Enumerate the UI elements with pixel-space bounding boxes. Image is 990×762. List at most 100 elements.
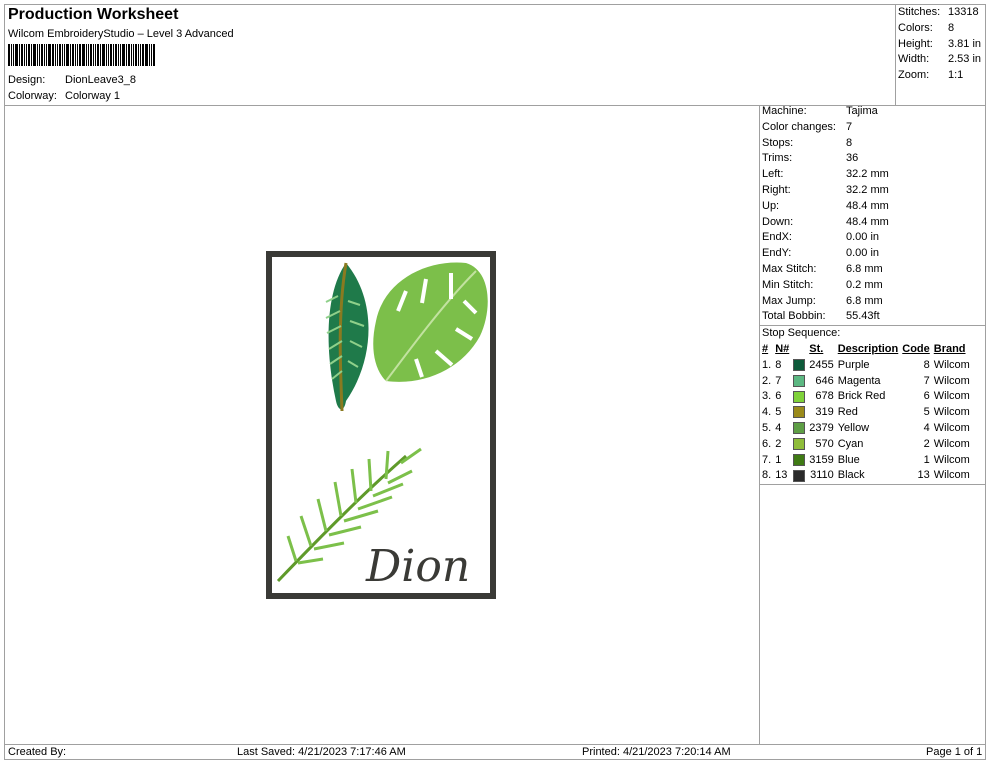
detail-value: 32.2 mm (846, 168, 889, 181)
detail-key: EndX: (762, 231, 792, 244)
row-code: 7 (923, 374, 930, 387)
row-description: Blue (837, 453, 860, 466)
barcode-bar (77, 44, 78, 66)
barcode-bar (149, 44, 150, 66)
table-row: 6. 2 570 Cyan 2 Wilcom (760, 436, 972, 452)
detail-row: Max Jump: 6.8 mm (762, 294, 982, 310)
col-header-needle: N# (775, 343, 790, 355)
row-description: Black (837, 469, 865, 482)
barcode-bar (128, 44, 130, 66)
barcode-bar (138, 44, 139, 66)
barcode-bar (57, 44, 58, 66)
row-needle: 8 (775, 358, 782, 371)
summary-row: Height: 3.81 in (898, 37, 986, 53)
detail-value: 48.4 mm (846, 199, 889, 212)
col-header-stitches: St. (809, 343, 824, 355)
last-saved: Last Saved: 4/21/2023 7:17:46 AM (237, 746, 406, 758)
row-needle: 7 (775, 374, 782, 387)
detail-value: 0.00 in (846, 247, 880, 260)
detail-row: Right: 32.2 mm (762, 183, 982, 199)
design-preview: Dion (266, 251, 496, 599)
summary-value: 8 (948, 21, 955, 34)
table-row: 4. 5 319 Red 5 Wilcom (760, 404, 972, 420)
design-label: Design: (8, 74, 46, 86)
detail-value: 0.2 mm (846, 278, 883, 291)
detail-row: Machine: Tajima (762, 104, 982, 120)
row-brand: Wilcom (933, 358, 970, 371)
barcode (8, 44, 184, 66)
table-row: 7. 1 3159 Blue 1 Wilcom (760, 452, 972, 468)
detail-value: 36 (846, 152, 859, 165)
detail-row: Color changes: 7 (762, 120, 982, 136)
barcode-bar (13, 44, 14, 66)
row-brand: Wilcom (933, 437, 970, 450)
detail-row: Up: 48.4 mm (762, 199, 982, 215)
barcode-bar (52, 44, 54, 66)
row-description: Cyan (837, 437, 864, 450)
created-by: Created By: (8, 746, 67, 758)
barcode-bar (93, 44, 94, 66)
row-swatch (791, 420, 807, 436)
row-brand: Wilcom (933, 390, 970, 403)
row-stitches: 2379 (809, 422, 834, 435)
row-needle: 1 (775, 453, 782, 466)
row-needle: 13 (775, 469, 788, 482)
barcode-bar (133, 44, 134, 66)
row-stitches: 3110 (810, 469, 834, 482)
summary-value: 1:1 (948, 69, 964, 82)
embroidery-design: Dion (266, 251, 496, 599)
barcode-bar (140, 44, 141, 66)
barcode-bar (24, 44, 25, 66)
row-code: 13 (917, 469, 930, 482)
row-index: 3. (762, 390, 772, 403)
table-row: 3. 6 678 Brick Red 6 Wilcom (760, 389, 972, 405)
stop-sequence-table-wrap: # N# St. Description Code Brand 1. 8 2455 P… (760, 341, 986, 483)
col-header-swatch (791, 341, 807, 357)
row-index: 7. (762, 453, 772, 466)
detail-row: EndX: 0.00 in (762, 230, 982, 246)
row-index: 6. (762, 437, 772, 450)
table-divider (759, 484, 986, 485)
row-description: Magenta (837, 374, 881, 387)
row-swatch (791, 373, 807, 389)
barcode-bar (59, 44, 61, 66)
detail-key: Color changes: (762, 120, 836, 133)
detail-value: 6.8 mm (846, 262, 883, 275)
detail-value: 8 (846, 136, 853, 149)
summary-row: Zoom: 1:1 (898, 68, 986, 84)
summary-key: Height: (898, 37, 933, 50)
summary-key: Stitches: (898, 6, 941, 18)
barcode-bar (75, 44, 76, 66)
row-needle: 5 (775, 406, 782, 419)
summary-row: Width: 2.53 in (898, 52, 986, 68)
colorway-label: Colorway: (8, 90, 57, 102)
summary-list: Stitches: 13318 Colors: 8 Height: 3.81 in W… (898, 5, 986, 84)
page-number: Page 1 of 1 (926, 746, 983, 758)
barcode-bar (11, 44, 12, 66)
stop-sequence-title: Stop Sequence: (762, 327, 841, 339)
barcode-bar (115, 44, 117, 66)
row-brand: Wilcom (933, 406, 970, 419)
details-list: Machine: Tajima Color changes: 7 Stops: 8 T… (762, 104, 982, 325)
summary-value: 3.81 in (948, 37, 982, 50)
detail-value: 48.4 mm (846, 215, 889, 228)
barcode-bar (39, 44, 40, 66)
barcode-bar (41, 44, 43, 66)
printed-date: Printed: 4/21/2023 7:20:14 AM (582, 746, 731, 758)
color-swatch (793, 390, 806, 403)
barcode-bar (15, 44, 18, 66)
detail-key: Max Stitch: (762, 262, 817, 275)
detail-row: Trims: 36 (762, 151, 982, 167)
detail-key: Right: (762, 183, 791, 196)
barcode-bar (31, 44, 32, 66)
barcode-bar (21, 44, 23, 66)
table-row: 8. 13 3110 Black 13 Wilcom (760, 468, 972, 484)
color-swatch (793, 358, 806, 371)
row-needle: 6 (775, 390, 782, 403)
detail-value: Tajima (846, 105, 878, 117)
row-swatch (791, 452, 807, 468)
summary-row: Stitches: 13318 (898, 5, 986, 21)
barcode-bar (90, 44, 92, 66)
barcode-bar (151, 44, 152, 66)
barcode-bar (8, 44, 10, 66)
